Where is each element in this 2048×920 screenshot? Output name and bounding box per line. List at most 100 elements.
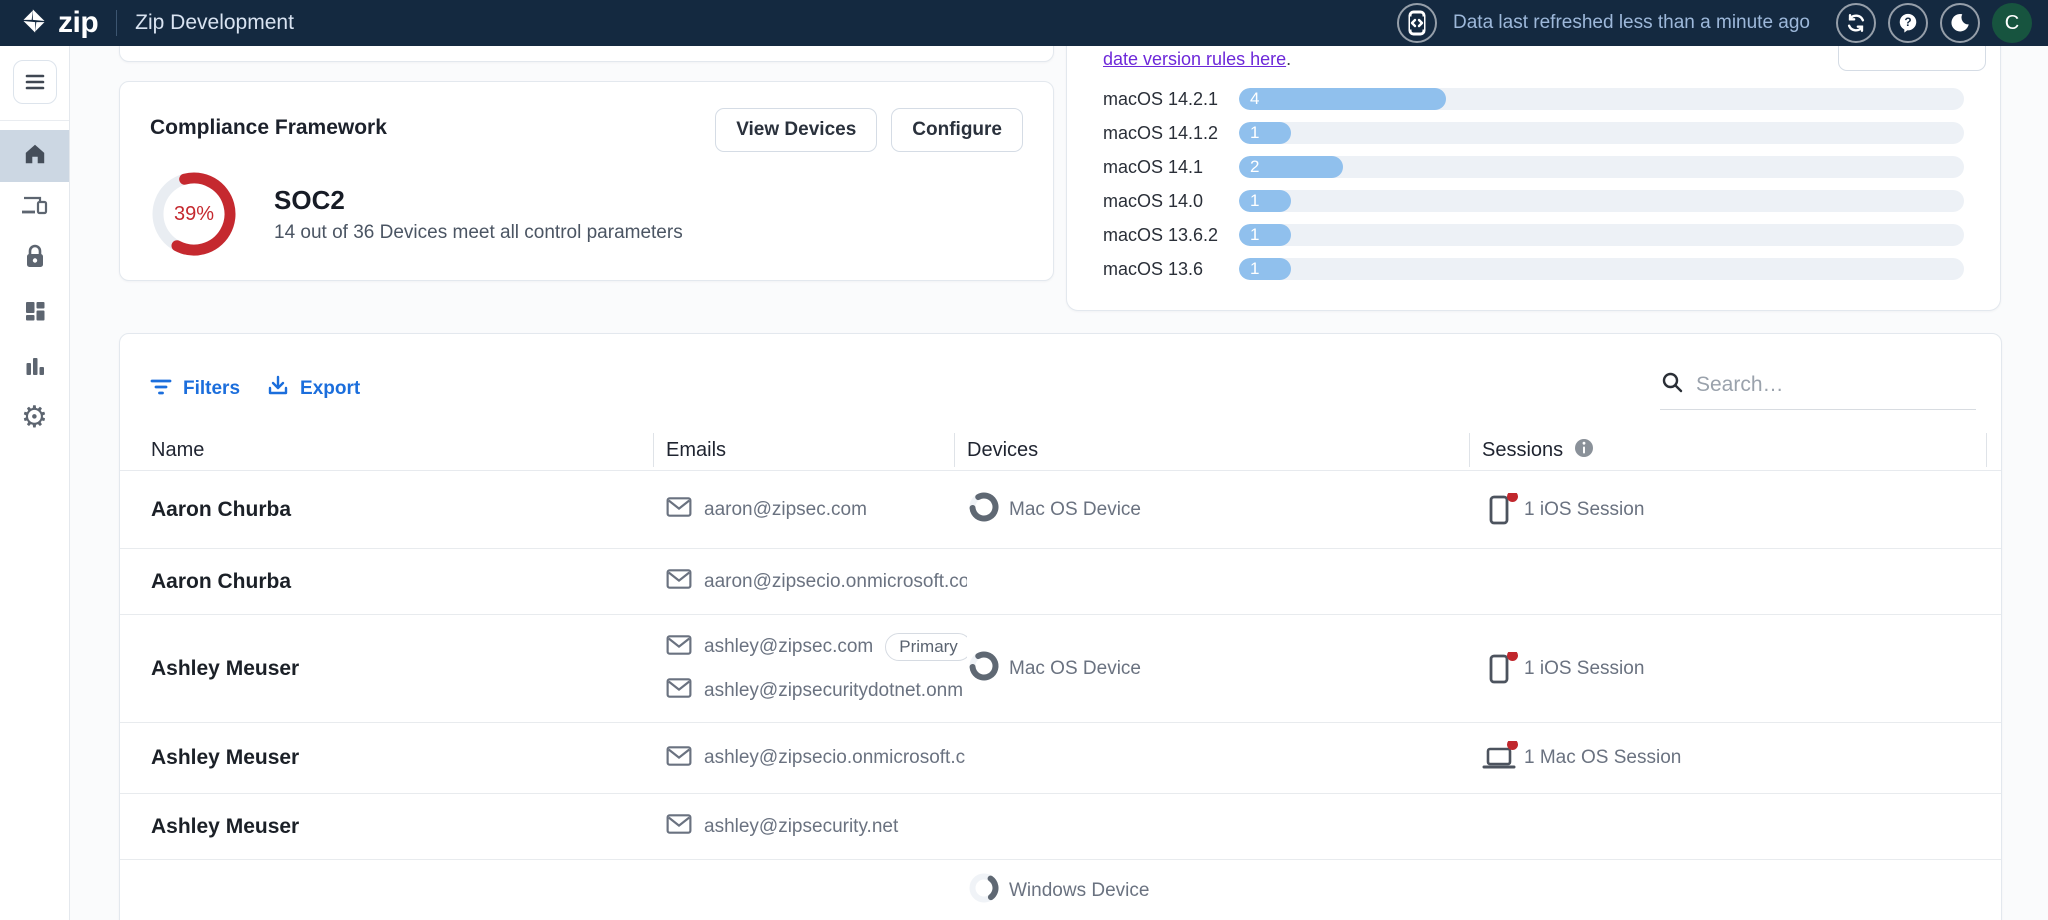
sidebar-item-reports[interactable] bbox=[0, 342, 69, 394]
os-version-bar[interactable]: 1 bbox=[1239, 258, 1291, 280]
header-separator bbox=[653, 433, 654, 467]
os-version-bar-track: 1 bbox=[1239, 190, 1964, 212]
compliance-percent: 39% bbox=[150, 170, 238, 258]
sidebar-item-devices[interactable] bbox=[0, 182, 69, 234]
user-avatar[interactable]: C bbox=[1992, 3, 2032, 43]
table-row[interactable]: Ashley Meuserashley@zipsecio.onmicrosoft… bbox=[120, 723, 2001, 794]
users-table-card: Filters Export bbox=[119, 333, 2002, 920]
sidebar-item-home[interactable] bbox=[0, 130, 69, 182]
bar-chart-icon bbox=[23, 354, 47, 383]
home-icon bbox=[22, 141, 48, 172]
os-version-row: macOS 13.6.21 bbox=[1103, 224, 1964, 246]
brand-logo[interactable]: zip bbox=[20, 6, 98, 40]
table-row[interactable]: Aaron Churbaaaron@zipsec.com Mac OS Devic… bbox=[120, 471, 2001, 549]
help-button[interactable]: ? bbox=[1888, 3, 1928, 43]
os-version-bar[interactable]: 1 bbox=[1239, 224, 1291, 246]
device-item: Mac OS Device bbox=[967, 649, 1141, 689]
os-versions-card: date version rules here. macOS 14.2.14 ma… bbox=[1066, 6, 2001, 311]
lock-icon bbox=[23, 244, 47, 275]
sidebar-item-security[interactable] bbox=[0, 233, 69, 285]
email-address: ashley@zipsec.com bbox=[704, 636, 873, 658]
main-content: Compliance Framework View Devices Config… bbox=[70, 46, 2048, 920]
compliance-donut-chart: 39% bbox=[150, 170, 238, 258]
email-item: aaron@zipsec.com bbox=[666, 496, 867, 523]
session-label: 1 Mac OS Session bbox=[1524, 747, 1681, 769]
device-item: Mac OS Device bbox=[967, 490, 1141, 530]
info-icon[interactable] bbox=[1573, 437, 1595, 465]
os-version-label: macOS 14.1 bbox=[1103, 157, 1239, 178]
table-row[interactable]: Ashley Meuserashley@zipsecurity.net bbox=[120, 794, 2001, 860]
os-version-bar[interactable]: 2 bbox=[1239, 156, 1343, 178]
os-version-label: macOS 14.1.2 bbox=[1103, 123, 1239, 144]
search-icon bbox=[1660, 370, 1684, 399]
os-version-bar[interactable]: 4 bbox=[1239, 88, 1446, 110]
sync-status-icon[interactable] bbox=[1397, 3, 1437, 43]
column-header-emails[interactable]: Emails bbox=[666, 431, 967, 470]
link-period: . bbox=[1286, 49, 1291, 69]
device-label: Mac OS Device bbox=[1009, 499, 1141, 521]
envelope-icon bbox=[666, 677, 692, 704]
refresh-button[interactable] bbox=[1836, 3, 1876, 43]
search-box bbox=[1660, 370, 1976, 410]
filters-label: Filters bbox=[183, 378, 240, 400]
export-button[interactable]: Export bbox=[266, 374, 360, 404]
sidebar-item-settings[interactable]: ⚙ bbox=[0, 392, 69, 444]
email-item: ashley@zipsecio.onmicrosoft.c bbox=[666, 745, 965, 772]
device-label: Windows Device bbox=[1009, 880, 1149, 902]
os-version-row: macOS 14.01 bbox=[1103, 190, 1964, 212]
sidebar-toggle-button[interactable] bbox=[13, 60, 57, 104]
table-row[interactable]: Aaron Churbaaaron@zipsecio.onmicrosoft.c… bbox=[120, 549, 2001, 615]
sidebar: ⚙ bbox=[0, 46, 70, 920]
cell-name: Aaron Churba bbox=[151, 570, 666, 594]
search-input[interactable] bbox=[1696, 373, 1956, 397]
cell-emails: aaron@zipsec.com bbox=[666, 479, 967, 540]
cell-name: Ashley Meuser bbox=[151, 657, 666, 681]
configure-button[interactable]: Configure bbox=[891, 108, 1023, 152]
cell-sessions: 1 Mac OS Session bbox=[1482, 741, 1999, 775]
navbar-divider bbox=[116, 10, 117, 36]
os-version-bar-track: 1 bbox=[1239, 258, 1964, 280]
session-item: 1 iOS Session bbox=[1482, 493, 1644, 527]
filters-button[interactable]: Filters bbox=[149, 374, 240, 404]
os-version-bar[interactable]: 1 bbox=[1239, 122, 1291, 144]
envelope-icon bbox=[666, 496, 692, 523]
session-label: 1 iOS Session bbox=[1524, 658, 1644, 680]
cell-devices: Mac OS Device bbox=[967, 649, 1482, 689]
date-version-rules-link[interactable]: date version rules here bbox=[1103, 49, 1286, 69]
view-devices-button[interactable]: View Devices bbox=[715, 108, 877, 152]
export-label: Export bbox=[300, 378, 360, 400]
cell-emails: ashley@zipsec.com Primary ashley@zipsecuri… bbox=[666, 616, 967, 721]
os-version-bar-chart: macOS 14.2.14macOS 14.1.21macOS 14.12mac… bbox=[1103, 88, 1964, 280]
table-row[interactable]: Ashley Meuserashley@zipsec.comPrimaryash… bbox=[120, 615, 2001, 723]
cell-emails: aaron@zipsecio.onmicrosoft.co bbox=[666, 551, 967, 612]
os-version-row: macOS 14.2.14 bbox=[1103, 88, 1964, 110]
os-version-bar[interactable]: 1 bbox=[1239, 190, 1291, 212]
cell-emails: ashley@zipsecurity.net bbox=[666, 796, 967, 857]
column-header-sessions[interactable]: Sessions bbox=[1482, 431, 1999, 470]
filter-icon bbox=[149, 374, 173, 404]
primary-badge: Primary bbox=[885, 633, 967, 661]
email-item: ashley@zipsecuritydotnet.onm bbox=[666, 677, 963, 704]
download-icon bbox=[266, 374, 290, 404]
envelope-icon bbox=[666, 634, 692, 661]
table-row[interactable]: Windows Device bbox=[120, 860, 2001, 920]
cell-devices: Mac OS Device bbox=[967, 490, 1482, 530]
os-version-row: macOS 13.61 bbox=[1103, 258, 1964, 280]
sidebar-divider bbox=[0, 120, 69, 121]
header-separator bbox=[1469, 433, 1470, 467]
compliance-card-title: Compliance Framework bbox=[150, 108, 387, 140]
column-header-name[interactable]: Name bbox=[151, 431, 666, 470]
gear-icon: ⚙ bbox=[21, 403, 48, 433]
sidebar-item-apps[interactable] bbox=[0, 287, 69, 339]
theme-toggle-moon-icon[interactable] bbox=[1940, 3, 1980, 43]
mac-device-spinner-icon bbox=[967, 490, 1001, 530]
os-version-bar-track: 2 bbox=[1239, 156, 1964, 178]
cell-name: Aaron Churba bbox=[151, 498, 666, 522]
os-version-bar-track: 1 bbox=[1239, 224, 1964, 246]
email-address: ashley@zipsecio.onmicrosoft.c bbox=[704, 747, 965, 769]
cell-sessions: 1 iOS Session bbox=[1482, 652, 1999, 686]
cell-devices: Windows Device bbox=[967, 871, 1482, 911]
brand-name: zip bbox=[58, 6, 98, 40]
column-header-devices[interactable]: Devices bbox=[967, 431, 1482, 470]
alert-dot bbox=[1507, 652, 1518, 661]
